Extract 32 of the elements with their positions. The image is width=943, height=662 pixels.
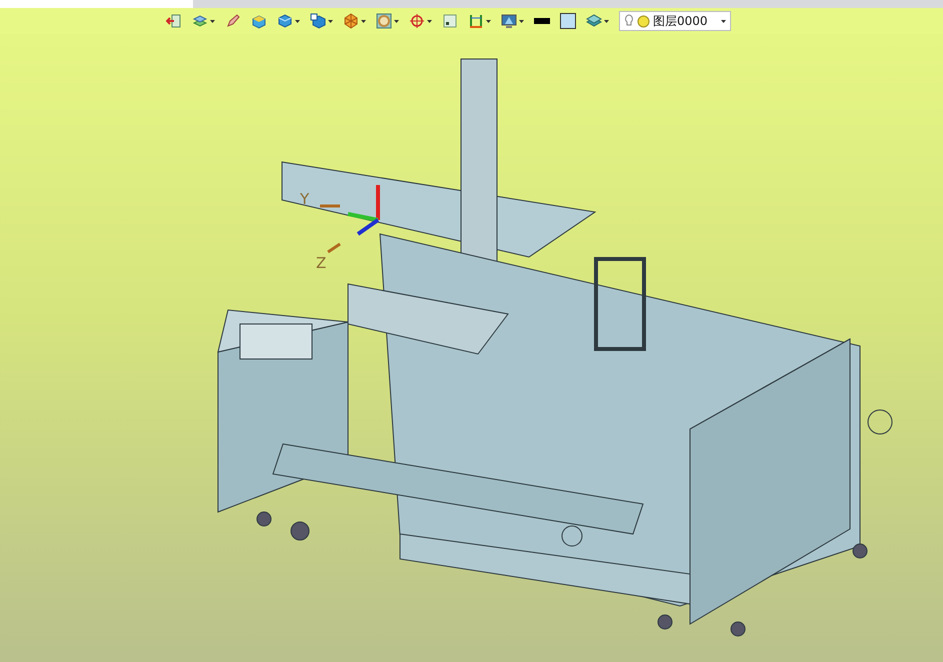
layer-select[interactable]: 图层0000 xyxy=(619,11,731,31)
caret-icon xyxy=(394,20,399,22)
axis-label: Z xyxy=(316,254,326,272)
fill-swatch-icon xyxy=(560,13,576,29)
pencil-icon xyxy=(225,13,241,29)
caret-icon xyxy=(427,20,432,22)
lightbulb-icon xyxy=(624,14,634,28)
cube-icon xyxy=(310,13,326,29)
toolbar-button[interactable] xyxy=(558,10,578,32)
dimension-icon xyxy=(468,13,484,29)
exit-icon xyxy=(166,13,182,29)
monitor-icon xyxy=(501,13,517,29)
caret-icon xyxy=(361,20,366,22)
caret-icon xyxy=(721,20,726,22)
caret-icon xyxy=(519,20,524,22)
cube-icon xyxy=(277,13,293,29)
layer-name: 图层0000 xyxy=(653,12,709,30)
box-icon xyxy=(251,13,267,29)
sun-icon xyxy=(637,14,650,28)
window-icon xyxy=(442,13,458,29)
polygon-icon xyxy=(343,13,359,29)
caret-icon xyxy=(328,20,333,22)
layers-icon xyxy=(586,13,602,29)
layers-icon xyxy=(192,13,208,29)
axis-triad-icon xyxy=(318,185,380,254)
caret-icon xyxy=(210,20,215,22)
axis-label: Y xyxy=(300,190,310,208)
target-icon xyxy=(409,13,425,29)
caret-icon xyxy=(604,20,609,22)
caret-icon xyxy=(486,20,491,22)
caret-icon xyxy=(295,20,300,22)
ring-icon xyxy=(376,13,392,29)
